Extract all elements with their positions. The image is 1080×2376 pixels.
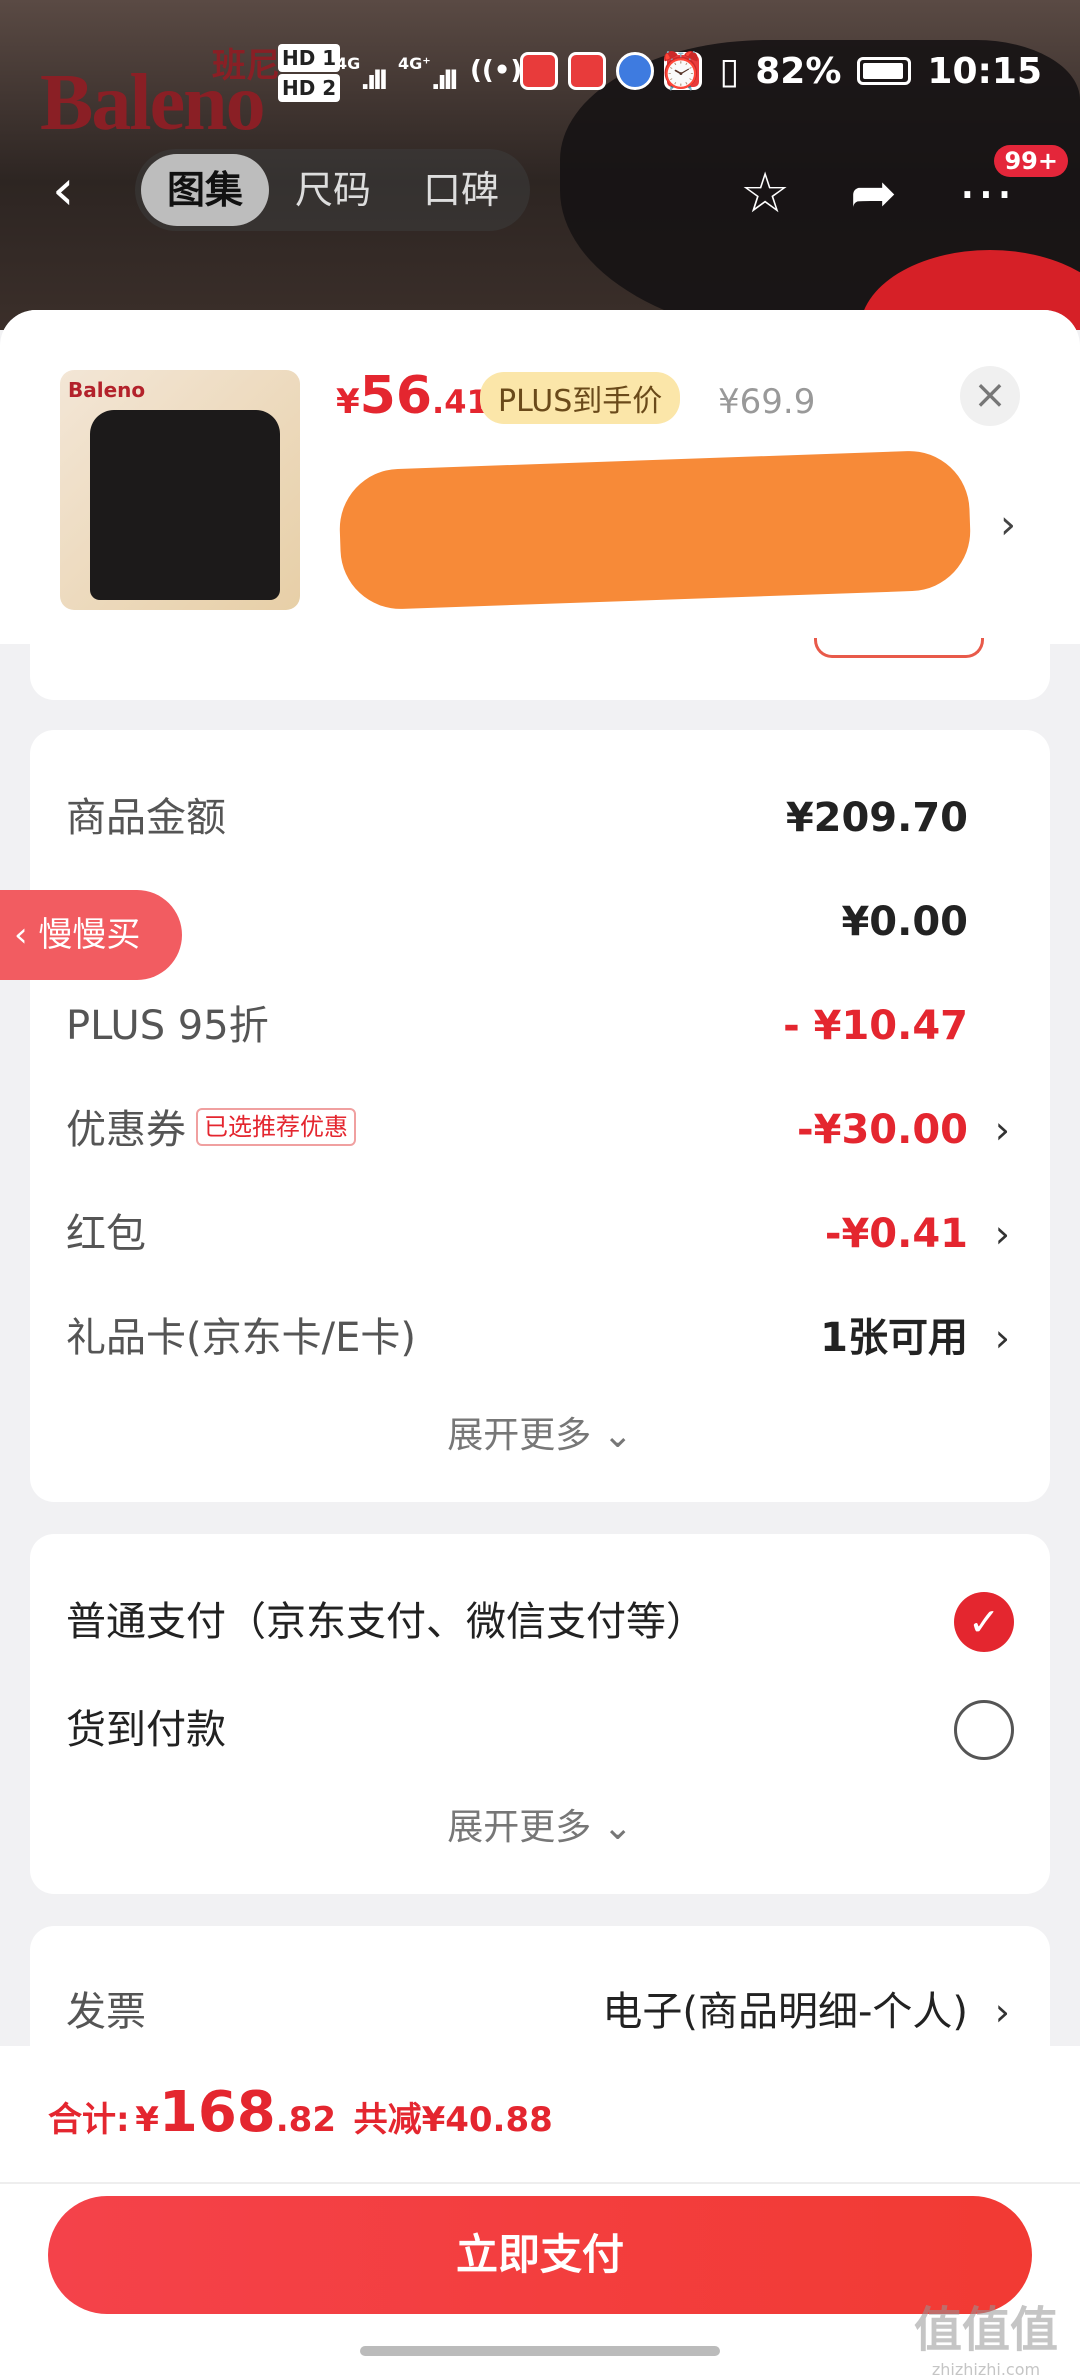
star-icon[interactable]: ☆ [740,161,790,226]
total-saved: 共减¥40.88 [353,2100,553,2140]
slow-buy-floating-tab[interactable]: ‹ 慢慢买 [0,890,182,980]
chevron-right-icon: › [994,1316,1010,1360]
row-coupon[interactable]: 优惠券 已选推荐优惠 -¥30.00 › [30,1100,1050,1160]
status-bar: HD 1 HD 2 4G.ıll 4G⁺.ıll ((•))1 ⏰ ▯ 82% … [0,40,1080,110]
product-thumbnail[interactable]: Baleno [60,370,300,610]
site-watermark: 值值值 zhizhizhi.com [913,2302,1058,2376]
plus-price-tag: PLUS到手价 [480,372,681,424]
chevron-right-icon: › [994,1990,1010,2034]
row-gift-card[interactable]: 礼品卡(京东卡/E卡) 1张可用 › [30,1308,1050,1368]
tab-reviews[interactable]: 口碑 [397,154,525,226]
payment-option-normal[interactable]: 普通支付（京东支付、微信支付等） ✓ [30,1592,1050,1652]
top-nav: ‹ 图集 尺码 口碑 ☆ ➦ ⋯ 99+ [0,145,1080,235]
tab-size[interactable]: 尺码 [269,154,397,226]
payment-method-card: 普通支付（京东支付、微信支付等） ✓ 货到付款 展开更多 ⌄ [30,1534,1050,1894]
chevron-left-icon: ‹ [14,915,39,955]
expand-more-payment[interactable]: 展开更多 ⌄ [30,1798,1050,1850]
expand-more-summary[interactable]: 展开更多 ⌄ [30,1406,1050,1458]
tab-gallery[interactable]: 图集 [141,154,270,226]
close-icon[interactable]: × [960,366,1020,426]
nav-tabs: 图集 尺码 口碑 [135,149,530,231]
status-right: ⏰ ▯ 82% 10:15 [658,50,1042,93]
message-badge: 99+ [994,145,1068,177]
pay-now-button[interactable]: 立即支付 [48,2196,1032,2314]
price-summary-card: 商品金额 ¥209.70 运费 ¥0.00 PLUS 95折 - ¥10.47 … [30,730,1050,1502]
share-icon[interactable]: ➦ [850,161,897,226]
radio-empty-icon[interactable] [954,1700,1014,1760]
product-summary: Baleno ¥56.41 PLUS到手价 ¥69.9 × › [0,310,1080,644]
chevron-right-icon[interactable]: › [1000,502,1016,548]
vibrate-icon: ▯ [719,50,740,92]
app-notification-icon [520,52,558,90]
payment-option-cod[interactable]: 货到付款 [30,1700,1050,1760]
row-shipping: 运费 ¥0.00 [66,899,968,945]
app-notification-icon [616,52,654,90]
back-arrow-icon[interactable]: ‹ [52,163,74,219]
previous-card-bottom [30,638,1050,700]
clock: 10:15 [927,50,1042,92]
chevron-right-icon: › [994,1212,1010,1256]
app-notification-icon [568,52,606,90]
redacted-product-name [337,449,973,611]
check-icon[interactable]: ✓ [954,1592,1014,1652]
battery-percent: 82% [755,50,842,92]
row-plus-discount: PLUS 95折 - ¥10.47 [66,1003,968,1049]
thumbnail-logo: Baleno [68,378,146,402]
hd-indicators: HD 1 HD 2 [278,44,341,104]
signal-icon-2: 4G⁺.ıll [398,54,458,96]
hd1-badge: HD 1 [278,44,341,72]
alarm-icon: ⏰ [658,51,704,92]
battery-icon [857,57,912,85]
home-indicator[interactable] [360,2346,720,2356]
row-goods-amount: 商品金额 ¥209.70 [66,795,968,841]
recommended-tag: 已选推荐优惠 [196,1108,356,1146]
pants-image [90,410,280,600]
total-amount: 合计: ¥168.82 共减¥40.88 [48,2080,553,2145]
chevron-right-icon: › [994,1108,1010,1152]
original-price: ¥69.9 [718,382,816,422]
divider [0,2182,1080,2184]
signal-icon-1: 4G.ıll [336,54,388,96]
row-invoice[interactable]: 发票 电子(商品明细-个人) › [30,1982,1050,2042]
row-red-packet[interactable]: 红包 -¥0.41 › [30,1204,1050,1264]
hd2-badge: HD 2 [278,74,341,102]
plus-price: ¥56.41 [336,366,489,426]
